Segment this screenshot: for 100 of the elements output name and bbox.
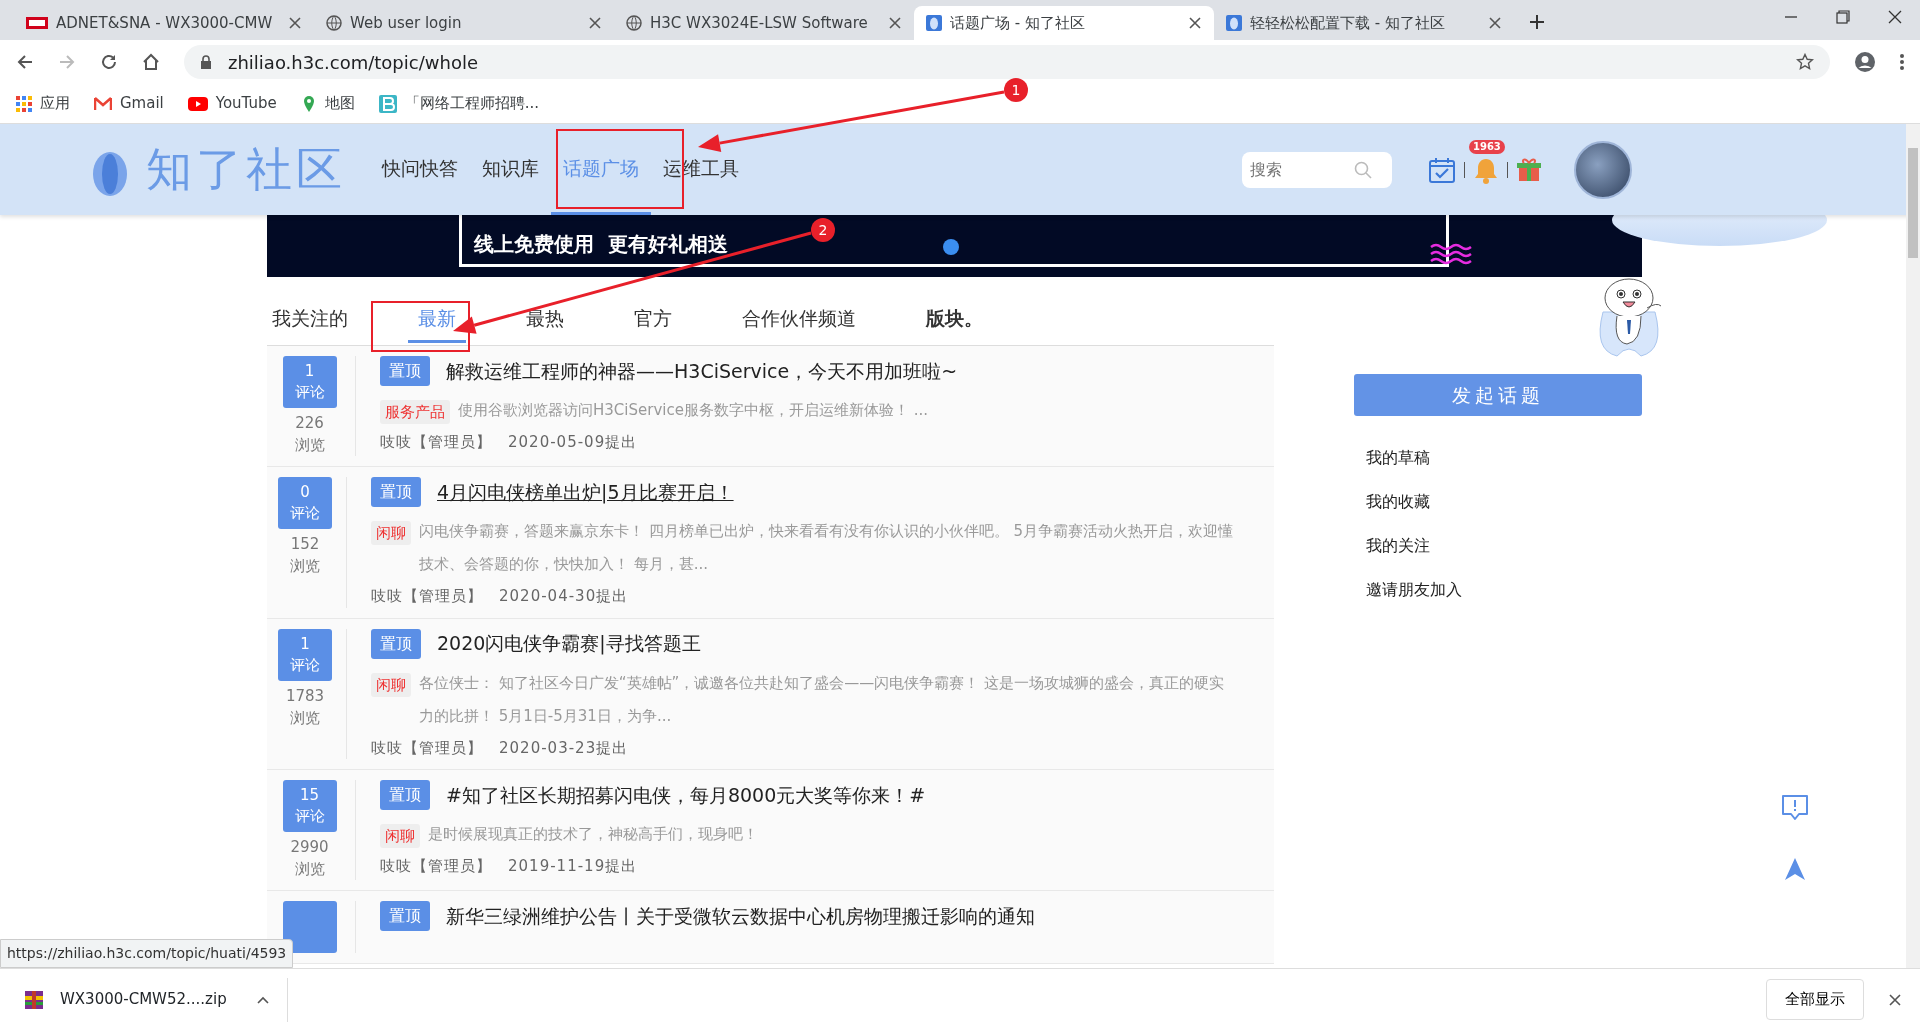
post-date: 2020-03-23提出 — [499, 737, 629, 759]
show-all-button[interactable]: 全部显示 — [1766, 979, 1864, 1020]
browser-tab[interactable]: 轻轻松松配置下载 - 知了社区 — [1214, 6, 1514, 40]
topic-title[interactable]: 2020闪电侠争霸赛|寻找答题王 — [437, 629, 701, 658]
bookmark[interactable]: Gmail — [94, 92, 164, 115]
download-item[interactable]: WX3000-CMW52....zip — [0, 977, 288, 1022]
close-icon[interactable] — [1488, 16, 1502, 30]
browser-tab[interactable]: H3C WX3024E-LSW Software — [614, 6, 914, 40]
author-name[interactable]: 吱吱【管理员】 — [371, 736, 483, 759]
star-icon[interactable] — [1796, 53, 1814, 71]
restore-icon[interactable] — [1836, 10, 1850, 24]
view-label: 浏览 — [294, 859, 325, 880]
gift-icon[interactable] — [1516, 156, 1542, 183]
globe-icon — [626, 15, 642, 31]
topic-title[interactable]: #知了社区长期招募闪电侠，每月8000元大奖等你来！# — [446, 780, 926, 810]
nav-link[interactable]: 快问快答 — [370, 124, 470, 215]
comment-count: 1 评论 — [278, 628, 332, 681]
caret-up-icon[interactable] — [257, 995, 269, 1004]
bookmark-label: 地图 — [324, 93, 355, 115]
category-tag[interactable]: 服务产品 — [380, 400, 450, 424]
lock-icon — [200, 55, 212, 69]
tab-title: ADNET&SNA - WX3000-CMW — [56, 12, 274, 34]
close-icon[interactable] — [588, 16, 602, 30]
bookmark[interactable]: 「网络工程师招聘... — [378, 92, 540, 115]
comment-count: 1 评论 — [282, 356, 337, 408]
tab-title: Web user login — [350, 12, 463, 34]
browser-tab[interactable]: ADNET&SNA - WX3000-CMW — [14, 6, 314, 40]
category-tag[interactable]: 闲聊 — [371, 672, 411, 697]
close-icon[interactable] — [888, 16, 902, 30]
reload-icon[interactable] — [100, 53, 118, 71]
more-icon[interactable] — [1900, 53, 1904, 71]
close-icon[interactable] — [1888, 992, 1902, 1007]
post-date: 2020-04-30提出 — [499, 586, 629, 607]
account-icon[interactable] — [1854, 51, 1876, 73]
sidebar-link[interactable]: 邀请朋友加入 — [1366, 578, 1462, 602]
filter-tab[interactable]: 最热 — [516, 295, 574, 343]
play-icon — [187, 96, 208, 111]
filter-tab[interactable]: 我关注的 — [267, 295, 358, 343]
view-label: 浏览 — [290, 707, 320, 729]
tab-title: 话题广场 - 知了社区 — [950, 12, 1086, 34]
browser-tab[interactable]: Web user login — [314, 6, 614, 40]
nav-link[interactable]: 知识库 — [470, 124, 551, 215]
category-tag[interactable]: 闲聊 — [371, 521, 411, 545]
comment-count: 15 评论 — [282, 780, 337, 832]
letter-b-icon — [378, 94, 397, 113]
new-tab-icon[interactable] — [1528, 13, 1546, 31]
notification-badge: 1963 — [1469, 139, 1505, 154]
apps-grid-icon — [16, 95, 32, 112]
browser-tab[interactable]: 话题广场 - 知了社区 — [914, 6, 1214, 40]
archive-file-icon — [24, 989, 44, 1010]
logo-icon — [26, 17, 48, 29]
filter-tab[interactable]: 版块。 — [916, 295, 993, 343]
topic-excerpt: 各位侠士： 知了社区今日广发“英雄帖”，诚邀各位共赴知了盛会——闪电侠争霸赛！ 这是一场攻城狮的盛会，真正的硬实力的比拼！ 5月1日-5月31日，为争... — [419, 672, 1226, 727]
sidebar-link[interactable]: 我的关注 — [1366, 534, 1430, 558]
bookmark-label: 应用 — [40, 93, 70, 115]
close-icon[interactable] — [288, 16, 302, 30]
feedback-icon[interactable] — [1781, 794, 1809, 822]
home-icon[interactable] — [142, 53, 160, 71]
topic-title[interactable]: 4月闪电侠榜单出炉|5月比赛开启！ — [437, 477, 734, 507]
back-icon[interactable] — [16, 53, 34, 71]
scrollbar[interactable] — [1906, 124, 1920, 968]
post-date: 2019-11-19提出 — [508, 856, 638, 877]
view-label: 浏览 — [290, 556, 320, 577]
category-tag[interactable]: 闲聊 — [380, 824, 420, 848]
calendar-check-icon[interactable] — [1428, 155, 1456, 184]
topic-title[interactable]: 新华三绿洲维护公告丨关于受微软云数据中心机房物理搬迁影响的通知 — [446, 901, 1035, 931]
bookmark[interactable]: 地图 — [300, 92, 355, 115]
topic-excerpt: 闪电侠争霸赛，答题来赢京东卡！ 四月榜单已出炉，快来看看有没有你认识的小伙伴吧。 5月争霸赛活动火热开启，欢迎懂技术、会答题的你，快快加入！ 每月，甚... — [419, 521, 1234, 575]
filter-tab[interactable]: 官方 — [624, 295, 682, 343]
view-count: 226 — [295, 413, 324, 434]
author-name[interactable]: 吱吱【管理员】 — [371, 585, 483, 608]
bookmark-label: Gmail — [120, 93, 164, 115]
view-label: 浏览 — [294, 435, 325, 456]
filter-tab[interactable]: 合作伙伴频道 — [732, 295, 866, 343]
bookmark[interactable]: 应用 — [16, 92, 70, 115]
close-icon[interactable] — [1188, 16, 1202, 30]
status-url: https://zhiliao.h3c.com/topic/huati/4593 — [0, 939, 294, 968]
comment-count: 0 评论 — [278, 477, 332, 529]
step-number-badge: 1 — [1004, 78, 1028, 102]
download-filename: WX3000-CMW52....zip — [60, 989, 228, 1011]
bookmark-label: 「网络工程师招聘... — [404, 93, 540, 115]
pinned-badge: 置顶 — [371, 628, 421, 659]
tab-title: H3C WX3024E-LSW Software — [650, 12, 869, 34]
sidebar-link[interactable]: 我的草稿 — [1366, 446, 1430, 470]
pinned-badge: 置顶 — [371, 477, 421, 507]
search-field[interactable]: 搜索 — [1242, 151, 1392, 188]
close-icon[interactable] — [1888, 10, 1902, 24]
nav-link[interactable]: 运维工具 — [651, 124, 751, 215]
sidebar-link[interactable]: 我的收藏 — [1366, 490, 1430, 514]
bookmark[interactable]: YouTube — [187, 92, 277, 115]
tab-title: 轻轻松松配置下载 - 知了社区 — [1250, 12, 1446, 34]
pinned-badge: 置顶 — [380, 780, 430, 810]
post-date: 2020-05-09提出 — [508, 432, 638, 453]
back-to-top-icon[interactable] — [1784, 857, 1806, 881]
slider-dot[interactable] — [943, 239, 959, 255]
topic-title[interactable]: 解救运维工程师的神器——H3CiService，今天不用加班啦~ — [446, 356, 958, 386]
author-name[interactable]: 吱吱【管理员】 — [380, 431, 492, 454]
view-count: 152 — [290, 534, 320, 555]
topic-excerpt: 是时候展现真正的技术了，神秘高手们，现身吧！ — [428, 824, 758, 845]
author-name[interactable]: 吱吱【管理员】 — [380, 855, 492, 878]
